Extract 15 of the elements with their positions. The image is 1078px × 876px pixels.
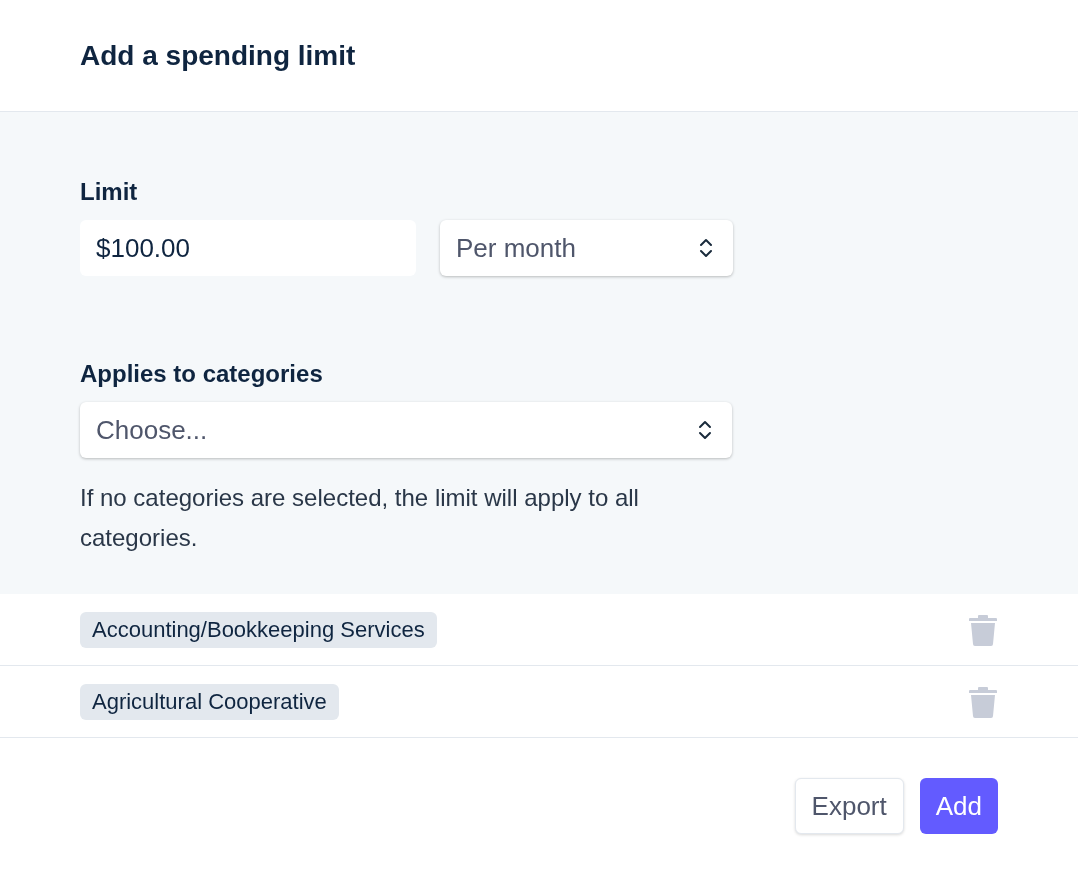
secondary-button[interactable]: Export bbox=[794, 778, 904, 834]
amount-field[interactable]: $100.00 bbox=[80, 220, 416, 276]
period-select[interactable]: Per month bbox=[440, 220, 733, 276]
help-text: If no categories are selected, the limit will apply to all categories. bbox=[80, 483, 640, 553]
limit-label: Limit bbox=[80, 178, 139, 206]
category-tag: Accounting/Bookkeeping Services bbox=[80, 611, 437, 648]
category-select[interactable]: Choose... bbox=[80, 402, 732, 458]
categories-label: Applies to categories bbox=[80, 360, 324, 388]
primary-button[interactable]: Add bbox=[919, 778, 998, 834]
dialog-title: Add a spending limit bbox=[80, 39, 356, 72]
chevron-updown-icon bbox=[698, 420, 712, 440]
chevron-updown-icon bbox=[699, 238, 713, 258]
trash-icon[interactable] bbox=[968, 685, 998, 718]
trash-icon[interactable] bbox=[968, 613, 998, 646]
category-tag: Agricultural Cooperative bbox=[80, 683, 339, 720]
